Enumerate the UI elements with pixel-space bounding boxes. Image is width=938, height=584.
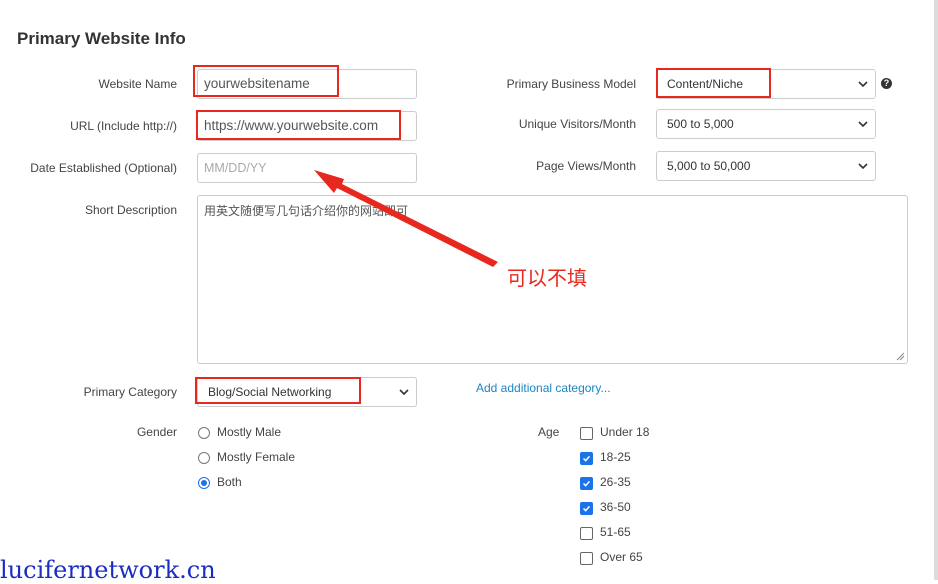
age-checkbox-over-65[interactable] — [580, 552, 593, 565]
age-option-label: 18-25 — [600, 450, 631, 464]
date-established-input[interactable]: MM/DD/YY — [197, 153, 417, 183]
age-checkbox-26-35[interactable] — [580, 477, 593, 490]
add-category-link[interactable]: Add additional category... — [476, 381, 611, 395]
chevron-down-icon — [858, 121, 868, 128]
age-option-label: 51-65 — [600, 525, 631, 539]
scrollbar[interactable] — [934, 0, 938, 580]
age-option-label: Under 18 — [600, 425, 650, 439]
highlight-box — [193, 65, 339, 97]
url-label: URL (Include http://) — [70, 119, 177, 133]
unique-visitors-label: Unique Visitors/Month — [518, 117, 636, 131]
chevron-down-icon — [858, 81, 868, 88]
page-views-select[interactable]: 5,000 to 50,000 — [656, 151, 876, 181]
question-circle-icon[interactable]: ? — [881, 78, 892, 89]
section-title: Primary Website Info — [17, 29, 186, 48]
chevron-down-icon — [399, 389, 409, 396]
highlight-box — [196, 110, 401, 140]
highlight-box — [656, 68, 771, 98]
age-checkbox-36-50[interactable] — [580, 502, 593, 515]
business-model-label: Primary Business Model — [506, 77, 636, 91]
unique-visitors-select[interactable]: 500 to 5,000 — [656, 109, 876, 139]
age-option-label: 26-35 — [600, 475, 631, 489]
unique-visitors-value: 500 to 5,000 — [667, 117, 734, 131]
age-option-label: Over 65 — [600, 550, 643, 564]
chevron-down-icon — [858, 163, 868, 170]
primary-category-label: Primary Category — [83, 385, 177, 399]
age-checkbox-under-18[interactable] — [580, 427, 593, 440]
short-description-label: Short Description — [84, 203, 177, 217]
page-views-label: Page Views/Month — [536, 159, 636, 173]
gender-option-label: Mostly Female — [217, 450, 296, 464]
age-option-label: 36-50 — [600, 500, 631, 514]
highlight-box — [195, 377, 361, 404]
age-checkbox-18-25[interactable] — [580, 452, 593, 465]
website-name-label: Website Name — [98, 77, 177, 91]
page-views-value: 5,000 to 50,000 — [667, 159, 751, 173]
age-label: Age — [538, 425, 560, 439]
date-established-label: Date Established (Optional) — [30, 161, 177, 175]
gender-option-label: Mostly Male — [217, 425, 282, 439]
gender-radio-mostly-male[interactable] — [198, 427, 210, 439]
gender-radio-both[interactable] — [198, 477, 210, 489]
annotation-note: 可以不填 — [507, 266, 587, 290]
gender-radio-mostly-female[interactable] — [198, 452, 210, 464]
resize-grip-icon[interactable] — [896, 352, 905, 361]
gender-label: Gender — [136, 425, 177, 439]
short-description-text: 用英文随便写几句话介绍你的网站即可 — [204, 204, 409, 218]
age-checkbox-51-65[interactable] — [580, 527, 593, 540]
gender-option-label: Both — [217, 475, 242, 489]
